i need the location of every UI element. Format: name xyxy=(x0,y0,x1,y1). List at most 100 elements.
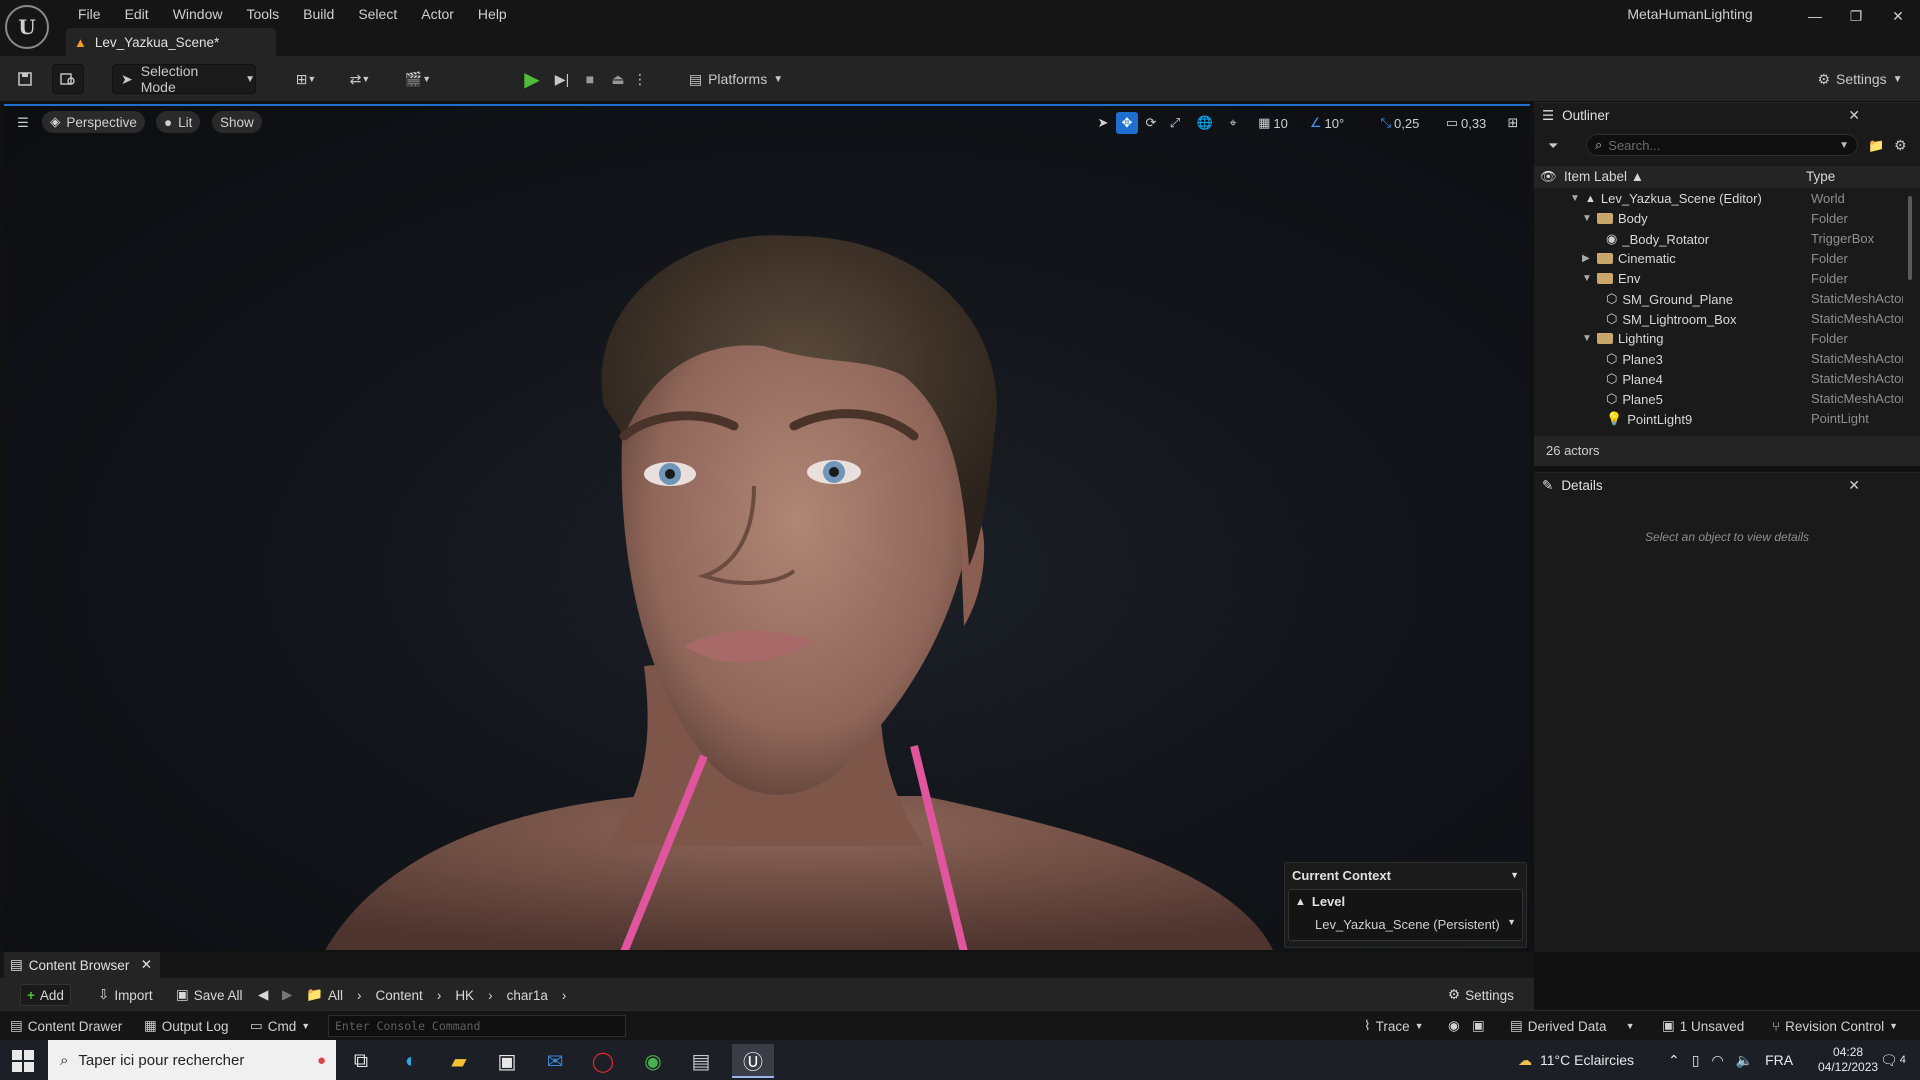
close-icon[interactable]: ✕ xyxy=(141,957,152,973)
selection-mode-dropdown[interactable]: ➤ Selection Mode ▼ xyxy=(112,63,256,95)
taskbar-search-input[interactable]: ⌕ Taper ici pour rechercher ● xyxy=(48,1040,336,1080)
restore-button[interactable]: ❐ xyxy=(1836,4,1876,28)
tree-row[interactable]: ◉ _Body_Rotator TriggerBox xyxy=(1534,228,1920,248)
close-icon[interactable]: ✕ xyxy=(1848,107,1860,124)
context-level-dropdown[interactable]: Lev_Yazkua_Scene (Persistent) ▼ xyxy=(1289,913,1522,932)
gear-icon[interactable]: ⚙ xyxy=(1894,137,1907,154)
import-button[interactable]: ⇩ Import xyxy=(92,984,159,1006)
menu-help[interactable]: Help xyxy=(466,3,519,25)
epic-launcher-icon[interactable]: ▤ xyxy=(680,1044,722,1078)
tree-row[interactable]: ▶ Cinematic Folder xyxy=(1534,248,1920,268)
windows-start-icon[interactable] xyxy=(12,1050,34,1072)
weather-widget[interactable]: ☁ 11°C Eclaircies xyxy=(1518,1040,1634,1080)
expand-arrow-icon[interactable]: ▼ xyxy=(1582,273,1592,284)
details-tab[interactable]: ✎ Details ✕ xyxy=(1534,472,1920,498)
settings-dropdown[interactable]: ⚙ Settings ▼ xyxy=(1812,64,1908,94)
rotate-tool-icon[interactable]: ⟳ xyxy=(1140,112,1162,134)
chrome-icon[interactable]: ◉ xyxy=(632,1044,674,1078)
step-icon[interactable]: ▶| xyxy=(550,64,574,94)
world-space-icon[interactable]: 🌐 xyxy=(1194,112,1216,134)
crumb-content[interactable]: Content xyxy=(376,988,423,1003)
blueprint-icon[interactable]: ⇄ ▼ xyxy=(342,64,378,94)
expand-arrow-icon[interactable]: ▼ xyxy=(1582,213,1592,224)
clock[interactable]: 04:28 04/12/2023 xyxy=(1818,1040,1878,1080)
tree-row[interactable]: ▼ ▲ Lev_Yazkua_Scene (Editor) World xyxy=(1534,188,1920,208)
tree-row[interactable]: ▼ Lighting Folder xyxy=(1534,328,1920,348)
crumb-all[interactable]: All xyxy=(328,988,343,1003)
folder-icon[interactable]: 📁 xyxy=(300,984,329,1006)
tree-row[interactable]: ⬡ Plane5 StaticMeshActor xyxy=(1534,388,1920,408)
grid-snap-button[interactable]: ▦ 10 xyxy=(1252,112,1294,134)
history-forward-icon[interactable]: ▶ xyxy=(276,984,298,1006)
add-button[interactable]: + Add xyxy=(20,984,71,1006)
unreal-logo-icon[interactable]: U xyxy=(5,5,49,49)
tree-row[interactable]: ▼ Env Folder xyxy=(1534,268,1920,288)
outliner-search-input[interactable]: ⌕ Search... ▼ xyxy=(1586,134,1858,156)
cinematics-icon[interactable]: 🎬 ▼ xyxy=(400,64,436,94)
camera-speed-button[interactable]: ▭ 0,33 xyxy=(1440,112,1492,134)
opera-icon[interactable]: ◯ xyxy=(582,1044,624,1078)
minimize-button[interactable]: — xyxy=(1795,4,1835,28)
expand-arrow-icon[interactable]: ▼ xyxy=(1570,193,1580,204)
store-icon[interactable]: ▣ xyxy=(486,1044,528,1078)
tree-row[interactable]: ⬡ SM_Ground_Plane StaticMeshActor xyxy=(1534,288,1920,308)
record-icon[interactable]: ◉ xyxy=(1448,1016,1460,1036)
eject-icon[interactable]: ⏏ xyxy=(606,64,630,94)
derived-data-dropdown[interactable]: ▤ Derived Data ▼ xyxy=(1510,1016,1634,1036)
select-tool-icon[interactable]: ➤ xyxy=(1092,112,1114,134)
close-window-button[interactable]: ✕ xyxy=(1878,4,1918,28)
scale-tool-icon[interactable]: ⤢ xyxy=(1164,112,1186,134)
tree-row[interactable]: ⬡ Plane3 StaticMeshActor xyxy=(1534,348,1920,368)
cmd-dropdown[interactable]: ▭ Cmd ▼ xyxy=(250,1016,310,1036)
outliner-tab[interactable]: ☰ Outliner ✕ xyxy=(1534,102,1920,128)
menu-file[interactable]: File xyxy=(66,3,113,25)
unsaved-button[interactable]: ▣ 1 Unsaved xyxy=(1662,1016,1744,1036)
language-indicator[interactable]: FRA xyxy=(1765,1052,1793,1068)
surface-snap-icon[interactable]: ⌖ xyxy=(1222,112,1244,134)
menu-select[interactable]: Select xyxy=(346,3,409,25)
crumb-char1a[interactable]: char1a xyxy=(507,988,548,1003)
save-all-button[interactable]: ▣ Save All xyxy=(170,984,249,1006)
expand-arrow-icon[interactable]: ▶ xyxy=(1582,253,1592,264)
rotation-snap-button[interactable]: ∠ 10° xyxy=(1304,112,1350,134)
show-button[interactable]: Show xyxy=(212,111,262,133)
add-actor-icon[interactable]: ⊞ ▼ xyxy=(288,64,324,94)
device-icon[interactable]: ▯ xyxy=(1692,1052,1700,1069)
tree-row[interactable]: ⬡ Plane4 StaticMeshActor xyxy=(1534,368,1920,388)
play-icon[interactable]: ▶ xyxy=(520,64,544,94)
menu-window[interactable]: Window xyxy=(161,3,235,25)
col-type[interactable]: Type xyxy=(1806,169,1835,184)
trace-dropdown[interactable]: ⌇ Trace ▼ xyxy=(1364,1016,1424,1036)
menu-actor[interactable]: Actor xyxy=(409,3,466,25)
level-viewport[interactable]: ☰ ◈ Perspective ● Lit Show ➤ ✥ ⟳ ⤢ 🌐 ⌖ ▦… xyxy=(4,104,1530,950)
content-settings-button[interactable]: ⚙ Settings xyxy=(1442,984,1520,1006)
more-options-icon[interactable]: ⋮ xyxy=(632,64,648,94)
unreal-editor-taskbar-icon[interactable]: Ⓤ xyxy=(732,1044,774,1078)
perspective-button[interactable]: ◈ Perspective xyxy=(42,111,145,133)
volume-icon[interactable]: 🔈 xyxy=(1736,1052,1753,1069)
tree-row[interactable]: ⬡ SM_Lightroom_Box StaticMeshActor xyxy=(1534,308,1920,328)
viewport-menu-icon[interactable]: ☰ xyxy=(12,112,34,134)
notification-button[interactable]: 🗨 4 xyxy=(1880,1040,1906,1080)
menu-tools[interactable]: Tools xyxy=(234,3,291,25)
content-browser-tab[interactable]: ▤ Content Browser ✕ xyxy=(4,952,160,978)
platforms-dropdown[interactable]: ▤ Platforms ▼ xyxy=(686,64,786,94)
wifi-icon[interactable]: ◠ xyxy=(1711,1052,1723,1069)
output-log-button[interactable]: ▦ Output Log xyxy=(144,1016,229,1036)
save-icon[interactable] xyxy=(12,64,38,94)
filter-icon[interactable]: ⏷ xyxy=(1548,138,1558,154)
task-view-icon[interactable]: ⧉ xyxy=(340,1044,382,1078)
chevron-down-icon[interactable]: ▼ xyxy=(1510,870,1519,880)
edge-icon[interactable]: ◐ xyxy=(390,1044,432,1078)
tree-row[interactable]: ▼ Body Folder xyxy=(1534,208,1920,228)
browse-content-icon[interactable] xyxy=(52,64,84,94)
layout-icon[interactable]: ⊞ xyxy=(1502,112,1524,134)
menu-build[interactable]: Build xyxy=(291,3,346,25)
screenshot-icon[interactable]: ▣ xyxy=(1472,1016,1485,1036)
mail-icon[interactable]: ✉ xyxy=(534,1044,576,1078)
console-input[interactable]: Enter Console Command xyxy=(328,1015,626,1037)
menu-edit[interactable]: Edit xyxy=(113,3,161,25)
crumb-hk[interactable]: HK xyxy=(455,988,474,1003)
content-drawer-button[interactable]: ▤ Content Drawer xyxy=(10,1016,122,1036)
chevron-up-icon[interactable]: ⌃ xyxy=(1668,1052,1680,1069)
